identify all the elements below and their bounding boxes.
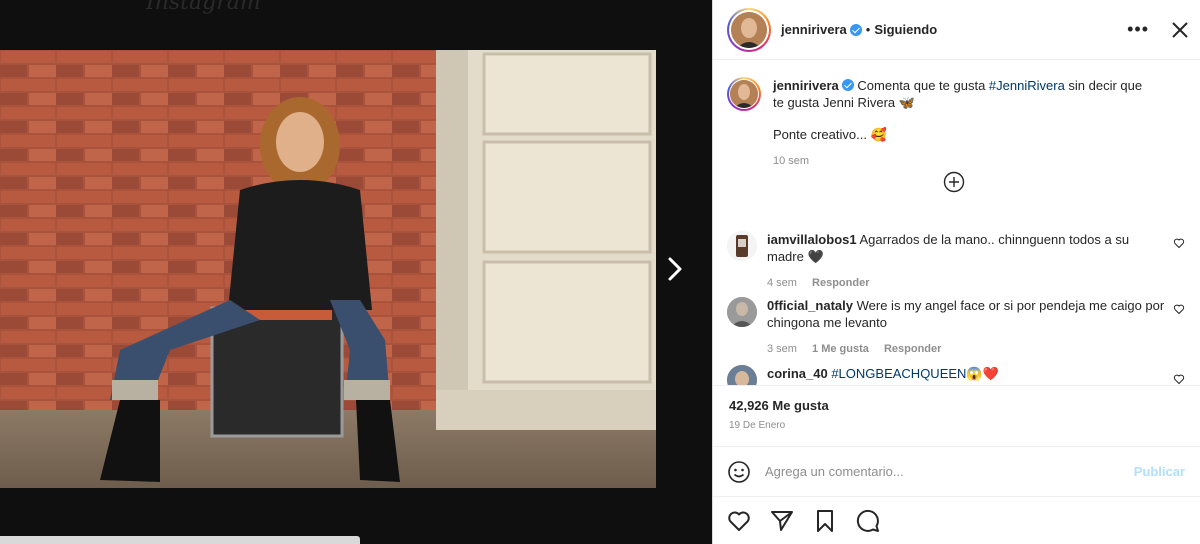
emoji-icon[interactable] <box>727 460 751 484</box>
plus-circle-icon[interactable] <box>943 171 965 193</box>
story-ring[interactable] <box>727 7 771 52</box>
following-button[interactable]: Siguiendo <box>874 22 937 37</box>
bookmark-icon <box>817 509 833 532</box>
add-comment-bar: Publicar <box>713 446 1200 496</box>
comment-item: iamvillalobos1 Agarrados de la mano.. ch… <box>727 231 1185 292</box>
reply-button[interactable]: Responder <box>884 343 941 355</box>
comment-hashtag[interactable]: #LONGBEACHQUEEN <box>831 366 966 381</box>
paper-plane-icon <box>771 510 793 531</box>
heart-icon[interactable] <box>1173 237 1185 249</box>
caption-line-2: Ponte creativo... 🥰 <box>773 127 887 142</box>
share-button[interactable] <box>770 509 794 533</box>
verified-badge-icon <box>849 23 862 36</box>
comment-likes[interactable]: 1 Me gusta <box>812 343 869 355</box>
avatar[interactable] <box>731 11 767 48</box>
comments-section[interactable]: jennirivera Comenta que te gusta #JenniR… <box>713 61 1200 386</box>
instagram-logo-background: Instagram <box>146 0 261 15</box>
post-username[interactable]: jennirivera <box>781 22 847 37</box>
caption-hashtag[interactable]: #JenniRivera <box>989 78 1065 93</box>
post-detail-panel: jennirivera • Siguiendo ••• jennirivera … <box>712 0 1200 544</box>
comment-item: 0fficial_nataly Were is my angel face or… <box>727 297 1185 358</box>
comment-icon <box>856 509 879 532</box>
next-post-button[interactable] <box>662 254 688 284</box>
avatar[interactable] <box>727 297 757 327</box>
separator-dot: • <box>865 22 871 37</box>
comment-button[interactable] <box>856 509 880 533</box>
comment-item: corina_40 #LONGBEACHQUEEN😱❤️ <box>727 365 1185 385</box>
action-bar <box>713 496 1200 544</box>
like-button[interactable] <box>727 509 751 533</box>
status-bar <box>0 536 360 544</box>
caption-avatar-ring[interactable] <box>727 77 761 111</box>
post-header: jennirivera • Siguiendo ••• <box>713 0 1200 60</box>
comment-emoji: 😱❤️ <box>966 366 999 381</box>
caption: jennirivera Comenta que te gusta #JenniR… <box>713 61 1200 170</box>
comment-timestamp[interactable]: 4 sem <box>767 277 797 289</box>
close-icon[interactable] <box>1171 21 1189 39</box>
more-options-icon[interactable]: ••• <box>1127 19 1149 40</box>
heart-icon <box>728 511 750 531</box>
comment-username[interactable]: iamvillalobos1 <box>767 232 857 247</box>
likes-count[interactable]: 42,926 Me gusta <box>729 398 829 413</box>
comment-username[interactable]: corina_40 <box>767 366 828 381</box>
verified-badge-icon <box>841 79 854 91</box>
comment-timestamp[interactable]: 3 sem <box>767 343 797 355</box>
caption-username[interactable]: jennirivera <box>773 78 839 93</box>
save-button[interactable] <box>813 509 837 533</box>
avatar[interactable] <box>730 80 758 108</box>
post-date[interactable]: 19 De Enero <box>729 420 785 431</box>
avatar[interactable] <box>727 365 757 385</box>
post-photo <box>0 50 656 488</box>
post-image <box>0 50 656 488</box>
reply-button[interactable]: Responder <box>812 277 869 289</box>
comment-input[interactable] <box>763 463 1134 480</box>
publish-button[interactable]: Publicar <box>1134 464 1185 479</box>
chevron-right-icon <box>668 257 682 281</box>
heart-icon[interactable] <box>1173 303 1185 315</box>
avatar[interactable] <box>727 231 757 261</box>
caption-timestamp[interactable]: 10 sem <box>773 153 1153 170</box>
caption-text: Comenta que te gusta <box>857 78 989 93</box>
heart-icon[interactable] <box>1173 373 1185 385</box>
comment-username[interactable]: 0fficial_nataly <box>767 298 853 313</box>
